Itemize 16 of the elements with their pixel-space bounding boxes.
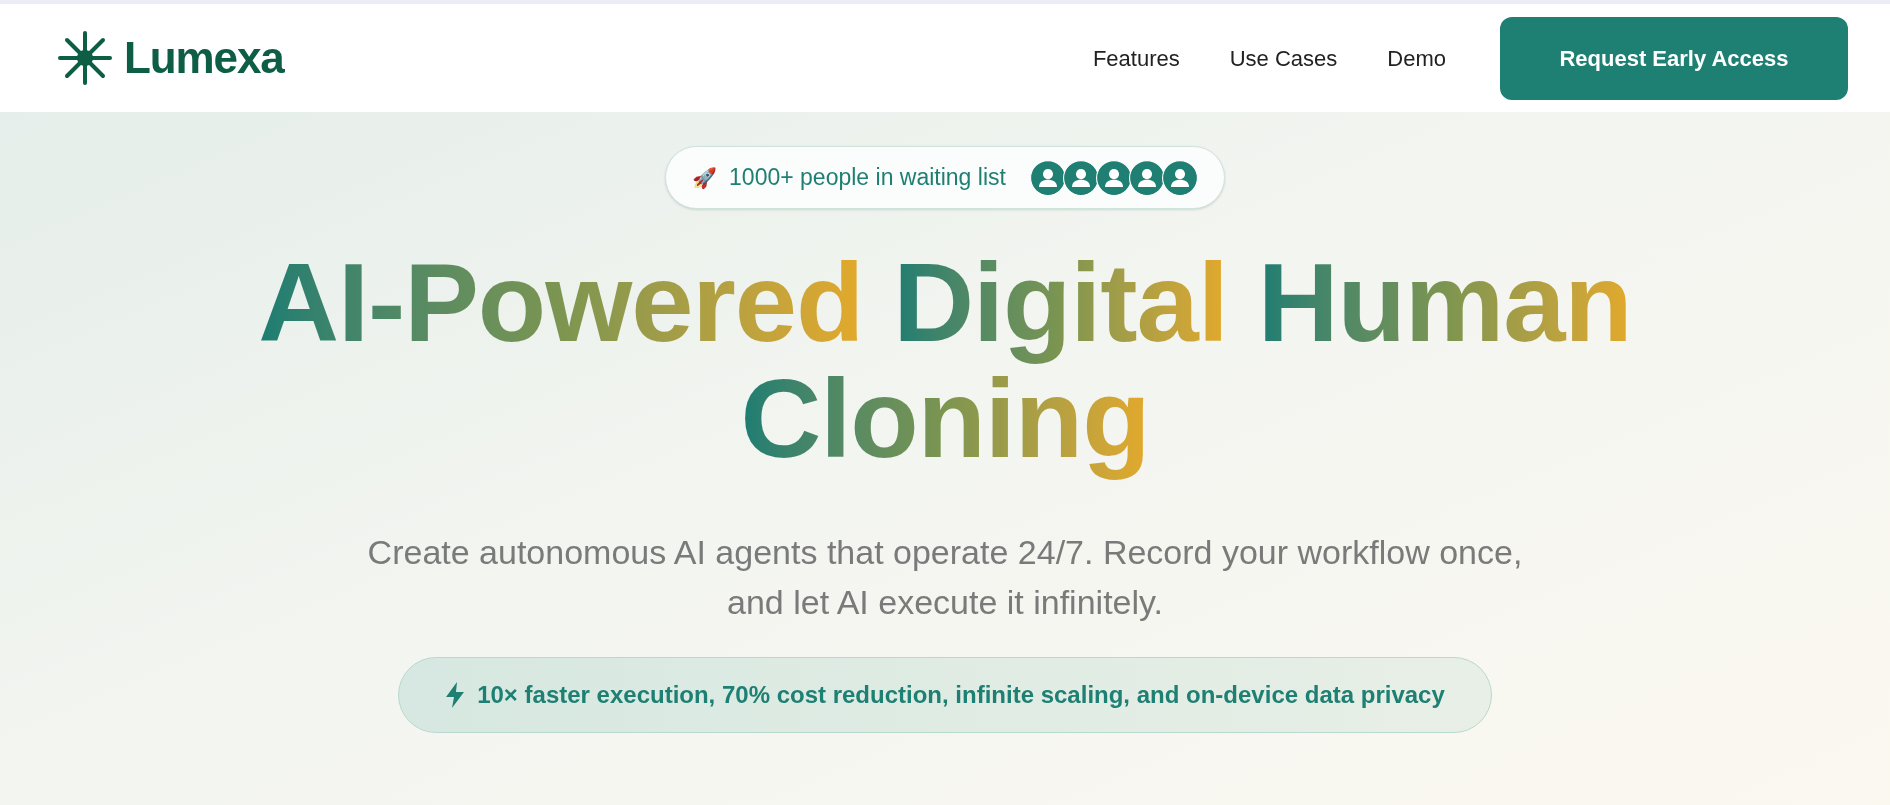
rocket-emoji: 🚀 xyxy=(692,165,718,191)
avatar-icon xyxy=(1161,159,1198,196)
avatar-icon xyxy=(1128,159,1165,196)
avatar-icon xyxy=(1029,159,1066,196)
lightning-icon xyxy=(445,682,466,708)
starburst-logo-icon xyxy=(58,31,112,85)
hero-subtitle: Create autonomous AI agents that operate 24/7. Record your workflow once, and let AI execute it infinitely. xyxy=(366,532,1524,623)
brand-logo-text: Lumexa xyxy=(124,32,284,84)
highlight-text: 10× faster execution, 70% cost reduction, infinite scaling, and on-device data privacy xyxy=(477,680,1445,710)
request-access-button[interactable]: Request Early Access xyxy=(1500,16,1848,100)
waitlist-text: 1000+ people in waiting list xyxy=(729,163,1006,193)
avatar-icon xyxy=(1062,159,1099,196)
nav-link[interactable]: Demo xyxy=(1387,41,1446,75)
avatar-icon xyxy=(1095,159,1132,196)
nav-link[interactable]: Use Cases xyxy=(1229,41,1338,75)
nav-link[interactable]: Features xyxy=(1092,41,1180,75)
